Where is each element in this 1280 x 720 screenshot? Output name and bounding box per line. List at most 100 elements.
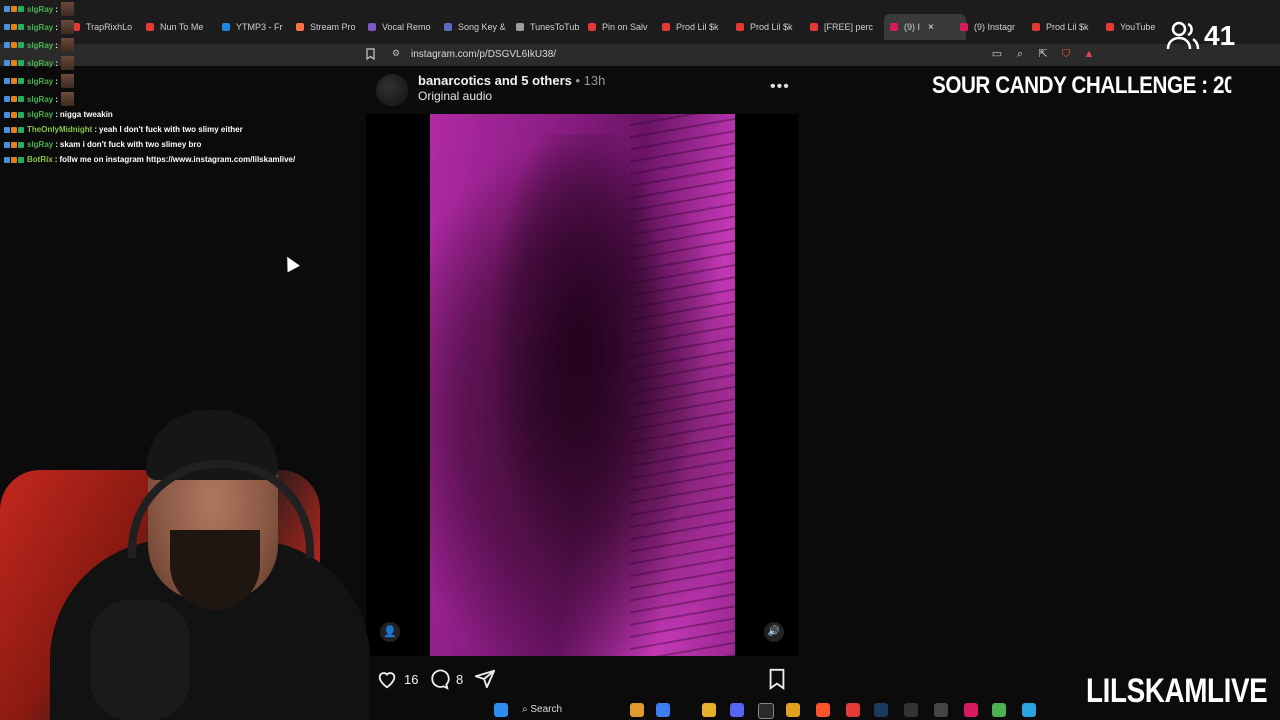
chat-username[interactable]: slgRay [27, 110, 53, 119]
tab-label: YouTube [1120, 22, 1156, 32]
browser-tab[interactable]: Prod Lil $k [1032, 14, 1098, 40]
bookmark-icon[interactable] [366, 48, 375, 60]
tab-favicon-icon [296, 23, 304, 31]
browser-tab[interactable]: TunesToTub [516, 14, 582, 40]
windows-start-icon[interactable] [494, 703, 508, 717]
app-icon-4[interactable] [846, 703, 860, 717]
chat-separator: : [55, 22, 58, 32]
chat-message: slgRay: [4, 20, 74, 34]
app-icon-2[interactable] [656, 703, 670, 717]
tab-label: TunesToTub [530, 22, 580, 32]
post-actions: 16 8 [376, 668, 796, 692]
store-icon[interactable] [758, 703, 774, 719]
browser-tab[interactable]: Nun To Me [146, 14, 214, 40]
app-icon-6[interactable] [934, 703, 948, 717]
post-avatar[interactable] [376, 74, 408, 106]
taskbar-search-label: Search [530, 704, 563, 715]
chat-username[interactable]: slgRay [27, 5, 53, 14]
tab-favicon-icon [960, 23, 968, 31]
browser-tab[interactable]: TrapRixhLo [72, 14, 138, 40]
discord-icon[interactable] [730, 703, 744, 717]
cast-icon[interactable]: ▭ [990, 46, 1004, 62]
bookmark-icon [769, 668, 785, 690]
chat-badges-icon [4, 126, 24, 133]
tab-favicon-icon [736, 23, 744, 31]
chat-message-text: skam i don't fuck with two slimey bro [59, 140, 202, 149]
like-button[interactable]: 16 [376, 668, 418, 690]
post-video-container[interactable]: 👤 🔊 [366, 114, 798, 656]
tagged-users-icon[interactable]: 👤 [380, 622, 400, 642]
browser-tab[interactable]: (9) I × [884, 14, 966, 40]
tab-label: TrapRixhLo [86, 22, 133, 32]
taskbar: ⌕ Search [480, 700, 1040, 720]
chat-username[interactable]: slgRay [27, 59, 53, 68]
tab-close-icon[interactable]: × [928, 22, 934, 33]
browser-tab[interactable]: Song Key & [444, 14, 510, 40]
chat-username[interactable]: slgRay [27, 41, 53, 50]
comment-button[interactable]: 8 [428, 668, 463, 690]
browser-tab-strip: TrapRixhLo Nun To Me YTMP3 - Fr Stream Pro V… [0, 0, 1280, 44]
browser-tab[interactable]: Vocal Remo [368, 14, 436, 40]
mouse-cursor [281, 253, 300, 273]
browser-tab[interactable]: [FREE] perc [810, 14, 878, 40]
zoom-icon[interactable]: ⌕ [1013, 46, 1027, 62]
tab-label: Vocal Remo [382, 22, 431, 32]
chat-username[interactable]: slgRay [27, 77, 53, 86]
url-field[interactable]: instagram.com/p/DSGVL6IkU38/ [388, 47, 948, 63]
audio-toggle-icon[interactable]: 🔊 [764, 622, 784, 642]
post-username-text[interactable]: banarcotics and 5 others [418, 73, 572, 88]
chat-username[interactable]: BotRix [27, 155, 53, 164]
viewer-count: 41 [1166, 20, 1235, 52]
steam-icon[interactable] [874, 703, 888, 717]
challenge-overlay: SOUR CANDY CHALLENGE : 205/250 [932, 72, 1231, 99]
browser-tab[interactable]: YTMP3 - Fr [222, 14, 288, 40]
chat-message: slgRay: [4, 2, 74, 16]
chat-separator: : [55, 140, 58, 149]
viewer-count-value: 41 [1204, 20, 1236, 51]
app-icon-7[interactable] [992, 703, 1006, 717]
share-button[interactable] [474, 668, 502, 690]
chat-separator: : [55, 76, 58, 86]
browser-tab[interactable]: Prod Lil $k [736, 14, 802, 40]
app-icon-1[interactable] [630, 703, 644, 717]
browser-tab[interactable]: (9) Instagr [960, 14, 1026, 40]
browser-tab[interactable]: Prod Lil $k [662, 14, 728, 40]
file-explorer-icon[interactable] [702, 703, 716, 717]
brave-icon[interactable] [816, 703, 830, 717]
chat-emote-icon [60, 38, 74, 52]
chat-emote-icon [60, 74, 74, 88]
chat-username[interactable]: slgRay [27, 23, 53, 32]
post-video[interactable] [430, 114, 735, 656]
save-button[interactable] [766, 668, 794, 690]
post-audio[interactable]: Original audio [418, 89, 492, 103]
more-options-icon[interactable]: ••• [770, 78, 790, 96]
chat-badges-icon [4, 141, 24, 148]
app-icon-3[interactable] [786, 703, 800, 717]
tab-label: Prod Lil $k [750, 22, 793, 32]
chat-username[interactable]: TheOnlyMidnight [27, 125, 92, 134]
chat-message-text: yeah I don't fuck with two slimy either [99, 125, 243, 134]
notepad-icon[interactable] [1022, 703, 1036, 717]
instagram-icon[interactable] [964, 703, 978, 717]
chat-username[interactable]: slgRay [27, 140, 53, 149]
chat-message-text: nigga tweakin [59, 110, 113, 119]
brave-rewards-icon[interactable]: ▲ [1082, 46, 1096, 62]
tab-label: Pin on Salv [602, 22, 648, 32]
share-icon[interactable]: ⇱ [1036, 46, 1050, 62]
tab-favicon-icon [1032, 23, 1040, 31]
brave-shield-icon[interactable]: ⛉ [1059, 46, 1073, 62]
chat-username[interactable]: slgRay [27, 95, 53, 104]
app-icon-5[interactable] [904, 703, 918, 717]
video-subject [490, 134, 670, 654]
chat-badges-icon [4, 24, 24, 30]
browser-tab[interactable]: Stream Pro [296, 14, 362, 40]
address-bar: ⚙ instagram.com/p/DSGVL6IkU38/ ▭ ⌕ ⇱ ⛉ ▲ [0, 44, 1280, 66]
browser-tab[interactable]: YouTube [1106, 14, 1166, 40]
taskbar-search[interactable]: ⌕ Search [522, 702, 600, 718]
chat-message: slgRay: skam i don't fuck with two slimey… [4, 140, 201, 149]
tab-label: Prod Lil $k [676, 22, 719, 32]
tab-favicon-icon [662, 23, 670, 31]
post-username[interactable]: banarcotics and 5 others • 13h [418, 73, 605, 88]
browser-tab[interactable]: Pin on Salv [588, 14, 656, 40]
tab-favicon-icon [810, 23, 818, 31]
